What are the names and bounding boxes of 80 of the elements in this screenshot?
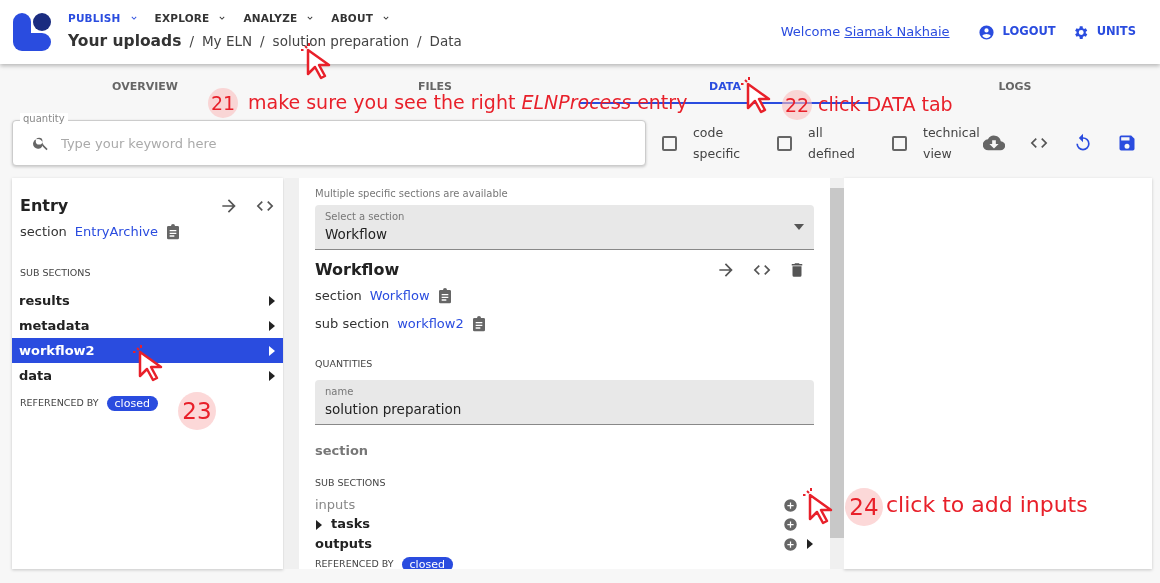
nav-menu[interactable]: PUBLISH — [68, 10, 139, 27]
step-number: 22 — [782, 90, 812, 120]
status-badge: closed — [106, 395, 158, 411]
section-link[interactable]: Workflow — [369, 286, 430, 306]
step-number: 24 — [845, 488, 883, 526]
expand-icon[interactable] — [268, 296, 276, 306]
expand-icon[interactable] — [806, 539, 814, 549]
checkbox[interactable] — [892, 135, 907, 151]
subsection-link[interactable]: workflow2 — [397, 313, 464, 334]
section-heading: QUANTITIES — [315, 357, 374, 372]
name-field[interactable]: name solution preparation — [315, 379, 814, 425]
scrollbar[interactable] — [285, 178, 299, 569]
subsection-item[interactable]: workflow2 — [12, 337, 283, 363]
select-value: Workflow — [325, 225, 388, 244]
annotation-text: click to add inputs — [886, 493, 1088, 517]
referenced-by-label: REFERENCED BY — [315, 557, 394, 569]
panel-title: Entry — [20, 195, 69, 217]
clipboard-icon[interactable] — [166, 223, 181, 240]
section-item[interactable]: section — [315, 440, 814, 461]
tab[interactable]: DATA — [709, 80, 741, 93]
user-link[interactable]: Siamak Nakhaie — [844, 24, 950, 40]
section-heading: SUB SECTIONS — [19, 265, 92, 280]
nav-menu[interactable]: EXPLORE — [154, 10, 228, 27]
tab[interactable]: OVERVIEW — [112, 80, 178, 93]
account-icon — [977, 23, 995, 41]
breadcrumb[interactable]: Data — [429, 31, 462, 52]
step-number: 21 — [208, 88, 238, 118]
expand-icon[interactable] — [268, 371, 276, 381]
logo-icon — [12, 12, 52, 52]
tab[interactable]: FILES — [417, 80, 453, 93]
checkbox-label: all defined — [808, 124, 857, 163]
nav-menu[interactable]: ANALYZE — [243, 10, 316, 27]
breadcrumb[interactable]: solution preparation — [272, 31, 409, 52]
field-value: solution preparation — [325, 399, 463, 419]
section-label: section — [20, 223, 67, 241]
section-label: section — [315, 287, 362, 306]
action-button[interactable]: LOGOUT — [977, 23, 1056, 41]
subsection-item[interactable]: metadata — [12, 312, 283, 338]
clipboard-icon[interactable] — [471, 315, 486, 332]
breadcrumb[interactable]: Your uploads — [68, 30, 182, 54]
subsection-item[interactable]: inputs — [315, 494, 356, 514]
add-icon[interactable] — [783, 517, 798, 532]
referenced-by-label: REFERENCED BY — [20, 396, 99, 411]
subsection-label: sub section — [315, 314, 390, 333]
status-badge: closed — [401, 557, 453, 569]
breadcrumb-separator: / — [260, 32, 265, 52]
welcome-text: Welcome Siamak Nakhaie — [780, 23, 950, 42]
expand-icon[interactable] — [268, 346, 276, 356]
subsection-item[interactable]: results — [12, 287, 283, 313]
action-button[interactable]: UNITS — [1071, 23, 1136, 41]
section-select[interactable]: Select a section Workflow — [315, 205, 814, 251]
nav-menu[interactable]: ABOUT — [331, 10, 392, 27]
cursor-icon — [130, 344, 164, 382]
step-number: 23 — [178, 392, 216, 430]
breadcrumb-separator: / — [189, 32, 194, 52]
dropdown-icon — [794, 223, 804, 230]
section-heading: SUB SECTIONS — [315, 476, 387, 491]
add-icon[interactable] — [783, 497, 798, 513]
panel-title: Workflow — [315, 259, 400, 282]
breadcrumb-separator: / — [417, 32, 422, 52]
expand-icon[interactable] — [268, 321, 276, 331]
tab[interactable]: LOGS — [998, 80, 1032, 93]
add-icon[interactable] — [783, 536, 798, 552]
select-label: Select a section — [325, 210, 405, 224]
breadcrumb[interactable]: My ELN — [201, 31, 253, 52]
reload-icon[interactable] — [1073, 133, 1093, 153]
subsection-item[interactable]: tasks — [331, 514, 371, 534]
field-label: name — [325, 384, 355, 399]
checkbox[interactable] — [777, 135, 792, 151]
subsection-item[interactable]: outputs — [315, 533, 372, 553]
field-label: quantity — [20, 113, 68, 125]
checkbox-label: technical view — [923, 124, 981, 163]
subsection-item[interactable]: data — [12, 362, 283, 388]
checkbox-label: code specific — [693, 124, 742, 163]
checkbox[interactable] — [662, 135, 677, 151]
clipboard-icon[interactable] — [437, 288, 452, 304]
section-link[interactable]: EntryArchive — [74, 222, 159, 242]
hint-text: Multiple specific sections are available — [315, 187, 509, 201]
expand-icon[interactable] — [315, 519, 323, 530]
save-icon[interactable] — [1117, 133, 1137, 153]
